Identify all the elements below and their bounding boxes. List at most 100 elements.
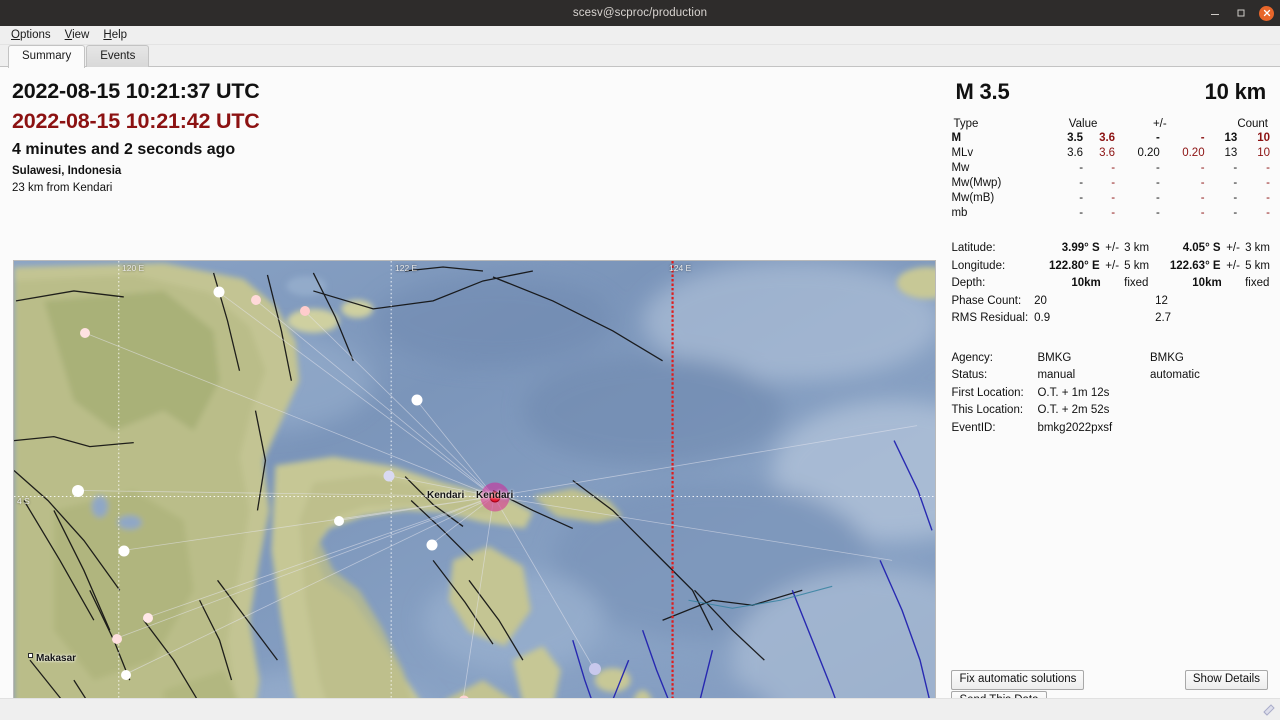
- depth-manual-flag: fixed: [1124, 277, 1148, 289]
- button-row-details: Show Details: [1185, 669, 1268, 690]
- elapsed-time: 4 minutes and 2 seconds ago: [12, 136, 937, 163]
- mag-type: M: [951, 131, 1051, 146]
- nearest-city-distance: 23 km from Kendari: [12, 180, 937, 197]
- show-details-button[interactable]: Show Details: [1185, 670, 1268, 690]
- station-marker[interactable]: [427, 540, 438, 551]
- depth-auto-flag: fixed: [1245, 277, 1269, 289]
- first-location-label: First Location:: [951, 385, 1037, 403]
- tab-bar: Summary Events: [0, 45, 1280, 67]
- latitude-auto-unit: ° S: [1205, 240, 1221, 258]
- station-marker[interactable]: [384, 471, 395, 482]
- station-marker[interactable]: [589, 663, 601, 675]
- mag-value-automatic: -: [1083, 161, 1115, 176]
- menu-bar: Options View Help: [0, 26, 1280, 45]
- resize-grip-icon[interactable]: [1262, 703, 1276, 717]
- mag-count-manual: 13: [1205, 146, 1238, 161]
- menu-item-help[interactable]: Help: [97, 28, 133, 42]
- window-controls: [1207, 0, 1274, 26]
- event-id-row: EventID: bmkg2022pxsf: [951, 420, 1270, 438]
- agency-row: Agency: BMKG BMKG: [951, 350, 1270, 368]
- mag-err-automatic: -: [1160, 131, 1205, 146]
- rms-residual-manual: 0.9: [1028, 310, 1149, 328]
- longitude-auto-unit: ° E: [1205, 258, 1221, 276]
- close-icon[interactable]: [1259, 6, 1274, 21]
- epicenter-marker[interactable]: [490, 492, 501, 503]
- rms-residual-manual-value: 0.9: [1028, 310, 1084, 328]
- mag-err-manual: -: [1115, 191, 1160, 206]
- table-row[interactable]: MLv 3.6 3.6 0.20 0.20 13 10: [951, 146, 1270, 161]
- longitude-row: Longitude: 122.80° E+/-5 km 122.63° E+/-…: [951, 258, 1270, 276]
- event-id-automatic: [1150, 420, 1270, 438]
- station-marker[interactable]: [300, 306, 310, 316]
- col-header-uncertainty: +/-: [1115, 118, 1205, 131]
- status-automatic: automatic: [1150, 367, 1270, 385]
- longitude-manual-value: 122.80: [1028, 258, 1084, 276]
- latitude-manual-pm: +/-: [1100, 240, 1124, 258]
- region-name: Sulawesi, Indonesia: [12, 163, 937, 180]
- window-title: scesv@scproc/production: [0, 7, 1280, 19]
- station-marker[interactable]: [112, 634, 122, 644]
- phase-count-label: Phase Count:: [951, 293, 1028, 311]
- station-marker[interactable]: [121, 670, 131, 680]
- depth-label: Depth:: [951, 275, 1028, 293]
- table-row[interactable]: M 3.5 3.6 - - 13 10: [951, 131, 1270, 146]
- depth-auto-value: 10: [1149, 275, 1205, 293]
- latitude-manual: 3.99° S+/-3 km: [1028, 240, 1149, 258]
- depth-row: Depth: 10kmfixed 10kmfixed: [951, 275, 1270, 293]
- mag-value-manual: 3.5: [1051, 131, 1083, 146]
- mag-count-manual: -: [1205, 191, 1238, 206]
- this-location-row: This Location: O.T. + 2m 52s: [951, 402, 1270, 420]
- status-manual: manual: [1037, 367, 1150, 385]
- tab-summary[interactable]: Summary: [8, 45, 85, 68]
- latitude-auto-pm: +/-: [1221, 240, 1245, 258]
- fix-automatic-solutions-button[interactable]: Fix automatic solutions: [951, 670, 1084, 690]
- mag-value-automatic: 3.6: [1083, 146, 1115, 161]
- latitude-label: Latitude:: [951, 240, 1028, 258]
- station-marker[interactable]: [72, 485, 84, 497]
- origin-time-automatic: 2022-08-15 10:21:42 UTC: [12, 106, 937, 136]
- mag-count-automatic: 10: [1237, 131, 1270, 146]
- mag-err-manual: -: [1115, 161, 1160, 176]
- table-row[interactable]: mb - - - - - -: [951, 206, 1270, 221]
- maximize-icon[interactable]: [1233, 5, 1249, 21]
- button-row-primary: Fix automatic solutions: [951, 669, 1084, 690]
- station-marker[interactable]: [119, 546, 130, 557]
- station-marker[interactable]: [251, 295, 261, 305]
- magnitude-table-header: Type Value +/- Count: [951, 118, 1270, 131]
- mag-err-manual: -: [1115, 176, 1160, 191]
- menu-item-options[interactable]: Options: [5, 28, 57, 42]
- mag-count-automatic: 10: [1237, 146, 1270, 161]
- table-row[interactable]: Mw(Mwp) - - - - - -: [951, 176, 1270, 191]
- event-id-value: bmkg2022pxsf: [1037, 420, 1150, 438]
- station-marker[interactable]: [214, 287, 225, 298]
- agency-label: Agency:: [951, 350, 1037, 368]
- table-row[interactable]: Mw(mB) - - - - - -: [951, 191, 1270, 206]
- latitude-auto-value: 4.05: [1149, 240, 1205, 258]
- event-header: 2022-08-15 10:21:37 UTC 2022-08-15 10:21…: [0, 67, 937, 197]
- tab-events[interactable]: Events: [86, 45, 149, 67]
- map-view[interactable]: 120 E 122 E 124 E 4 S Makasar Kendari: [13, 260, 936, 720]
- mag-type: Mw(mB): [951, 191, 1051, 206]
- station-marker[interactable]: [143, 613, 153, 623]
- mag-type: mb: [951, 206, 1051, 221]
- station-marker[interactable]: [80, 328, 90, 338]
- mag-type: MLv: [951, 146, 1051, 161]
- this-location-label: This Location:: [951, 402, 1037, 420]
- phase-count-auto-value: 12: [1149, 293, 1205, 311]
- mag-type: Mw: [951, 161, 1051, 176]
- minimize-icon[interactable]: [1207, 5, 1223, 21]
- station-marker[interactable]: [412, 395, 423, 406]
- phase-count-automatic: 12: [1149, 293, 1270, 311]
- agency-automatic: BMKG: [1150, 350, 1270, 368]
- menu-item-view[interactable]: View: [59, 28, 96, 42]
- station-marker[interactable]: [334, 516, 344, 526]
- longitude-label: Longitude:: [951, 258, 1028, 276]
- table-row[interactable]: Mw - - - - - -: [951, 161, 1270, 176]
- magnitude-table: Type Value +/- Count M 3.5 3.6 - - 13 10: [951, 118, 1270, 221]
- mag-count-automatic: -: [1237, 206, 1270, 221]
- mag-count-manual: -: [1205, 176, 1238, 191]
- city-marker-icon: [28, 653, 33, 658]
- origin-time-preferred: 2022-08-15 10:21:37 UTC: [12, 76, 937, 106]
- latitude-manual-unit: ° S: [1084, 240, 1100, 258]
- right-pane: M 3.5 10 km Type Value +/- Count M 3.5 3…: [941, 67, 1280, 720]
